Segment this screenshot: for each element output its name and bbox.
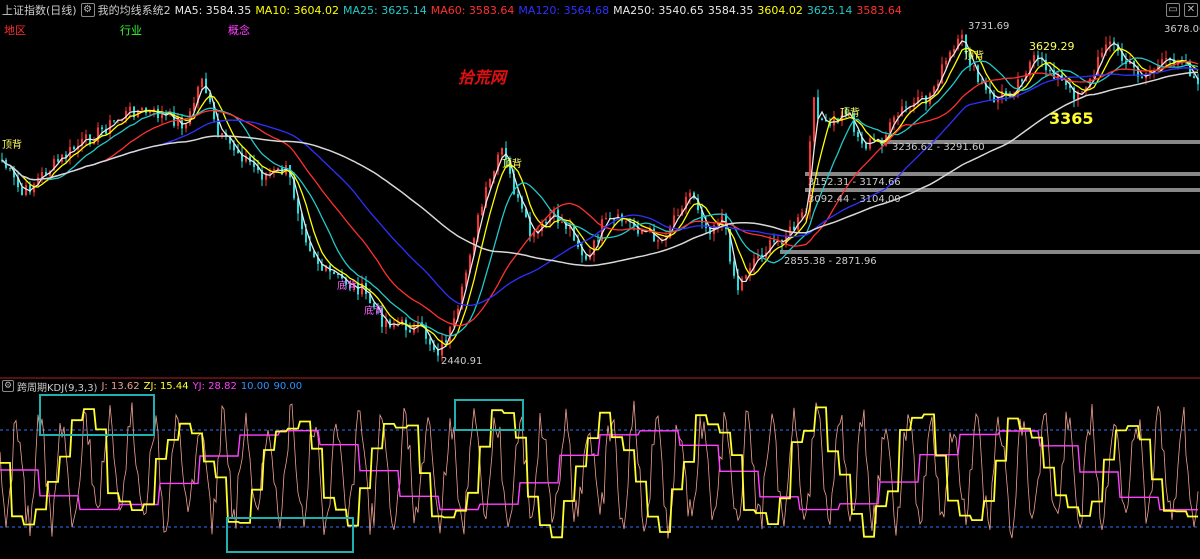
candle-body [129, 106, 131, 111]
ma60-line [1, 61, 1199, 327]
mid-peak-label: 3629.29 [1029, 40, 1075, 53]
candle-body [85, 134, 87, 139]
candle-body [1193, 76, 1195, 79]
kdj-info-bar: ⚙ 跨周期KDJ(9,3,3) J: 13.62 ZJ: 15.44 YJ: 2… [0, 379, 1200, 394]
candle-body [277, 168, 279, 170]
kdj-l1: 10.00 [240, 380, 270, 392]
watermark: 拾荒网 [458, 68, 507, 87]
bottom-divergence-label: 底背 [337, 281, 357, 292]
candle-body [1141, 76, 1143, 79]
candle-body [585, 255, 587, 260]
candle-body [857, 132, 859, 138]
right-peak-label: 3678.06 [1164, 24, 1200, 35]
candle-body [1081, 91, 1083, 93]
candle-body [1101, 52, 1103, 57]
candle-body [501, 147, 503, 155]
candle-body [689, 192, 691, 197]
candle-body [597, 240, 599, 242]
range-band [780, 250, 1200, 254]
candle-body [113, 120, 115, 122]
candle-body [333, 271, 335, 275]
candle-body [973, 65, 975, 67]
candle-body [9, 167, 11, 169]
range-label: 3152.31 - 3174.66 [808, 177, 901, 188]
candle-body [1165, 57, 1167, 60]
range-label: 3092.44 - 3104.00 [808, 194, 901, 205]
kdj-highlight-box [454, 399, 524, 431]
candle-body [745, 275, 747, 279]
candle-body [385, 320, 387, 327]
candle-body [817, 97, 819, 119]
candle-body [1021, 79, 1023, 82]
candle-body [409, 330, 411, 333]
candle-body [57, 159, 59, 162]
candle-body [429, 338, 431, 345]
candle-body [1049, 70, 1051, 72]
candle-body [865, 143, 867, 149]
kdj-l2: 90.00 [273, 380, 303, 392]
candle-body [1109, 41, 1111, 45]
range-band [805, 188, 1200, 192]
candle-body [893, 117, 895, 123]
candle-body [733, 261, 735, 276]
candle-body [269, 172, 271, 174]
ma25-line [1, 57, 1199, 337]
candle-body [977, 65, 979, 82]
divergence-label: 顶背 [502, 159, 522, 170]
candle-body [201, 78, 203, 87]
chart-canvas [0, 29, 1200, 553]
kdj-panel [0, 394, 1200, 553]
candle-body [481, 206, 483, 216]
candle-body [657, 240, 659, 242]
candles [1, 29, 1199, 362]
candle-body [445, 340, 447, 343]
candle-body [801, 212, 803, 218]
bottom-divergence-label: 底背 [364, 306, 384, 317]
candle-body [21, 187, 23, 196]
candle-body [625, 221, 627, 223]
candle-body [945, 60, 947, 65]
low-label: 2440.91 [441, 356, 483, 367]
candle-body [489, 178, 491, 188]
peak-label: 3731.69 [968, 21, 1010, 32]
candle-body [141, 107, 143, 111]
divergence-label: 顶背 [964, 51, 984, 62]
ma120-line [1, 67, 1199, 307]
candle-body [961, 34, 963, 39]
divergence-label: 顶背 [2, 140, 22, 151]
range-label: 3236.62 - 3291.60 [892, 142, 985, 153]
candle-body [437, 349, 439, 356]
candle-body [705, 222, 707, 228]
candle-body [677, 215, 679, 217]
candle-body [605, 217, 607, 220]
ma250-line [1, 71, 1199, 267]
candle-body [905, 106, 907, 108]
candle-body [185, 124, 187, 129]
range-label: 2855.38 - 2871.96 [784, 256, 877, 267]
kdj-settings-icon[interactable]: ⚙ [2, 380, 14, 392]
kdj-zj: ZJ: 15.44 [143, 380, 189, 392]
candle-body [545, 222, 547, 224]
kdj-title[interactable]: 跨周期KDJ(9,3,3) [17, 379, 97, 394]
kdj-yj: YJ: 28.82 [192, 380, 237, 392]
candle-body [821, 118, 823, 121]
candle-body [221, 133, 223, 136]
candle-body [561, 221, 563, 224]
kdj-j: J: 13.62 [101, 380, 140, 392]
candle-body [813, 97, 815, 142]
candle-body [773, 240, 775, 242]
divergence-label: 顶背 [840, 108, 860, 119]
candle-body [1033, 55, 1035, 62]
kdj-zj-line [0, 406, 1198, 539]
big-price-label: 3365 [1049, 109, 1094, 128]
candle-body [517, 194, 519, 198]
candle-body [73, 146, 75, 150]
candle-body [921, 95, 923, 97]
candle-body [101, 127, 103, 130]
range-band [805, 172, 1200, 176]
